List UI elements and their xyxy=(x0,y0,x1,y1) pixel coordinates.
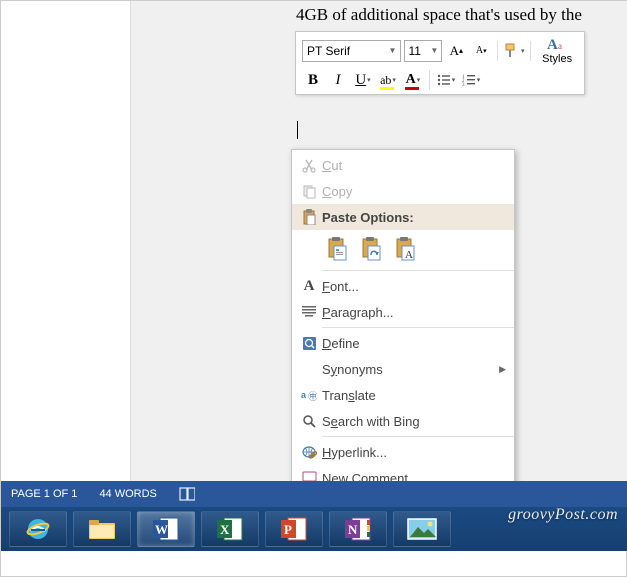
font-size-combo[interactable]: 11 ▼ xyxy=(404,40,442,62)
numbering-button[interactable]: 123 ▾ xyxy=(460,69,482,91)
taskbar-explorer[interactable] xyxy=(73,511,131,547)
folder-icon xyxy=(87,517,117,541)
italic-button[interactable]: I xyxy=(327,69,349,91)
chevron-down-icon: ▾ xyxy=(477,76,481,84)
paste-text-only[interactable]: A xyxy=(392,234,418,264)
svg-text:㊥: ㊥ xyxy=(308,391,317,402)
svg-text:a: a xyxy=(558,41,562,51)
text-cursor xyxy=(297,121,298,139)
styles-label: Styles xyxy=(542,54,572,65)
document-text[interactable]: 4GB of additional space that's used by t… xyxy=(296,5,582,25)
watermark: groovyPost.com xyxy=(508,506,618,524)
paste-merge[interactable] xyxy=(358,234,384,264)
menu-paragraph[interactable]: Paragraph... xyxy=(292,299,514,325)
ie-icon xyxy=(24,515,52,543)
menu-synonyms[interactable]: Synonyms ▶ xyxy=(292,356,514,382)
search-icon xyxy=(302,414,317,429)
taskbar-powerpoint[interactable]: P xyxy=(265,511,323,547)
svg-text:a: a xyxy=(301,390,307,400)
format-painter-button[interactable]: ▾ xyxy=(503,40,525,62)
status-words[interactable]: 44 WORDS xyxy=(99,488,156,500)
bold-button[interactable]: B xyxy=(302,69,324,91)
numbering-icon: 123 xyxy=(462,73,476,87)
paste-keep-source[interactable] xyxy=(324,234,350,264)
font-name-value: PT Serif xyxy=(307,44,350,58)
reading-view-icon[interactable] xyxy=(179,486,195,502)
menu-paste-options: Paste Options: xyxy=(292,204,514,230)
chevron-down-icon: ▾ xyxy=(417,76,421,84)
taskbar-ie[interactable] xyxy=(9,511,67,547)
shrink-font-button[interactable]: A▾ xyxy=(470,40,492,62)
taskbar-excel[interactable]: X xyxy=(201,511,259,547)
define-icon xyxy=(302,336,317,351)
styles-button[interactable]: Aa Styles xyxy=(536,36,578,65)
svg-text:3: 3 xyxy=(462,83,465,87)
taskbar-onenote[interactable]: N xyxy=(329,511,387,547)
font-size-value: 11 xyxy=(408,44,420,58)
svg-text:W: W xyxy=(155,522,168,537)
svg-text:P: P xyxy=(284,522,292,537)
menu-define[interactable]: Define xyxy=(292,330,514,356)
menu-search-bing[interactable]: Search with Bing xyxy=(292,408,514,434)
submenu-arrow-icon: ▶ xyxy=(499,364,506,375)
taskbar-word[interactable]: W xyxy=(137,511,195,547)
paste-options-row: A xyxy=(292,230,514,268)
format-painter-icon xyxy=(504,43,520,59)
chevron-down-icon: ▾ xyxy=(367,76,371,84)
menu-hyperlink[interactable]: Hyperlink... xyxy=(292,439,514,465)
underline-button[interactable]: U▾ xyxy=(352,69,374,91)
page-left-margin xyxy=(1,1,131,481)
font-color-button[interactable]: A ▾ xyxy=(402,69,424,91)
paste-icon xyxy=(302,209,317,225)
bullets-icon xyxy=(437,73,451,87)
menu-cut-rest: ut xyxy=(331,158,342,173)
chevron-down-icon: ▾ xyxy=(392,76,396,84)
excel-icon: X xyxy=(216,516,244,542)
powerpoint-icon: P xyxy=(280,516,308,542)
menu-copy[interactable]: Copy xyxy=(292,178,514,204)
paragraph-icon xyxy=(302,305,317,319)
status-bar: PAGE 1 OF 1 44 WORDS xyxy=(1,481,627,507)
menu-font[interactable]: A Font... xyxy=(292,273,514,299)
grow-font-button[interactable]: A▴ xyxy=(445,40,467,62)
chevron-down-icon: ▼ xyxy=(389,46,397,55)
chevron-down-icon: ▾ xyxy=(521,47,525,55)
word-icon: W xyxy=(152,516,180,542)
context-menu: Cut Copy Paste Options: A A Font... Para… xyxy=(291,149,515,494)
paste-options-label: Paste Options: xyxy=(322,210,506,225)
menu-cut[interactable]: Cut xyxy=(292,152,514,178)
status-page[interactable]: PAGE 1 OF 1 xyxy=(11,488,77,500)
translate-icon: a㊥ xyxy=(301,388,317,402)
onenote-icon: N xyxy=(344,516,372,542)
taskbar-photos[interactable] xyxy=(393,511,451,547)
menu-translate[interactable]: a㊥ Translate xyxy=(292,382,514,408)
font-icon: A xyxy=(304,278,315,295)
svg-text:A: A xyxy=(405,249,413,261)
copy-icon xyxy=(302,184,317,199)
font-name-combo[interactable]: PT Serif ▼ xyxy=(302,40,401,62)
photo-icon xyxy=(406,517,438,541)
highlight-button[interactable]: ab ▾ xyxy=(377,69,399,91)
mini-toolbar: PT Serif ▼ 11 ▼ A▴ A▾ ▾ Aa Styles B I U▾… xyxy=(295,31,585,95)
svg-text:X: X xyxy=(220,522,230,537)
cut-icon xyxy=(302,158,317,173)
bullets-button[interactable]: ▾ xyxy=(435,69,457,91)
chevron-down-icon: ▼ xyxy=(430,46,438,55)
svg-text:N: N xyxy=(348,522,358,537)
chevron-down-icon: ▾ xyxy=(452,76,456,84)
hyperlink-icon xyxy=(301,445,317,460)
svg-text:A: A xyxy=(547,37,558,52)
styles-icon: Aa xyxy=(547,36,567,52)
